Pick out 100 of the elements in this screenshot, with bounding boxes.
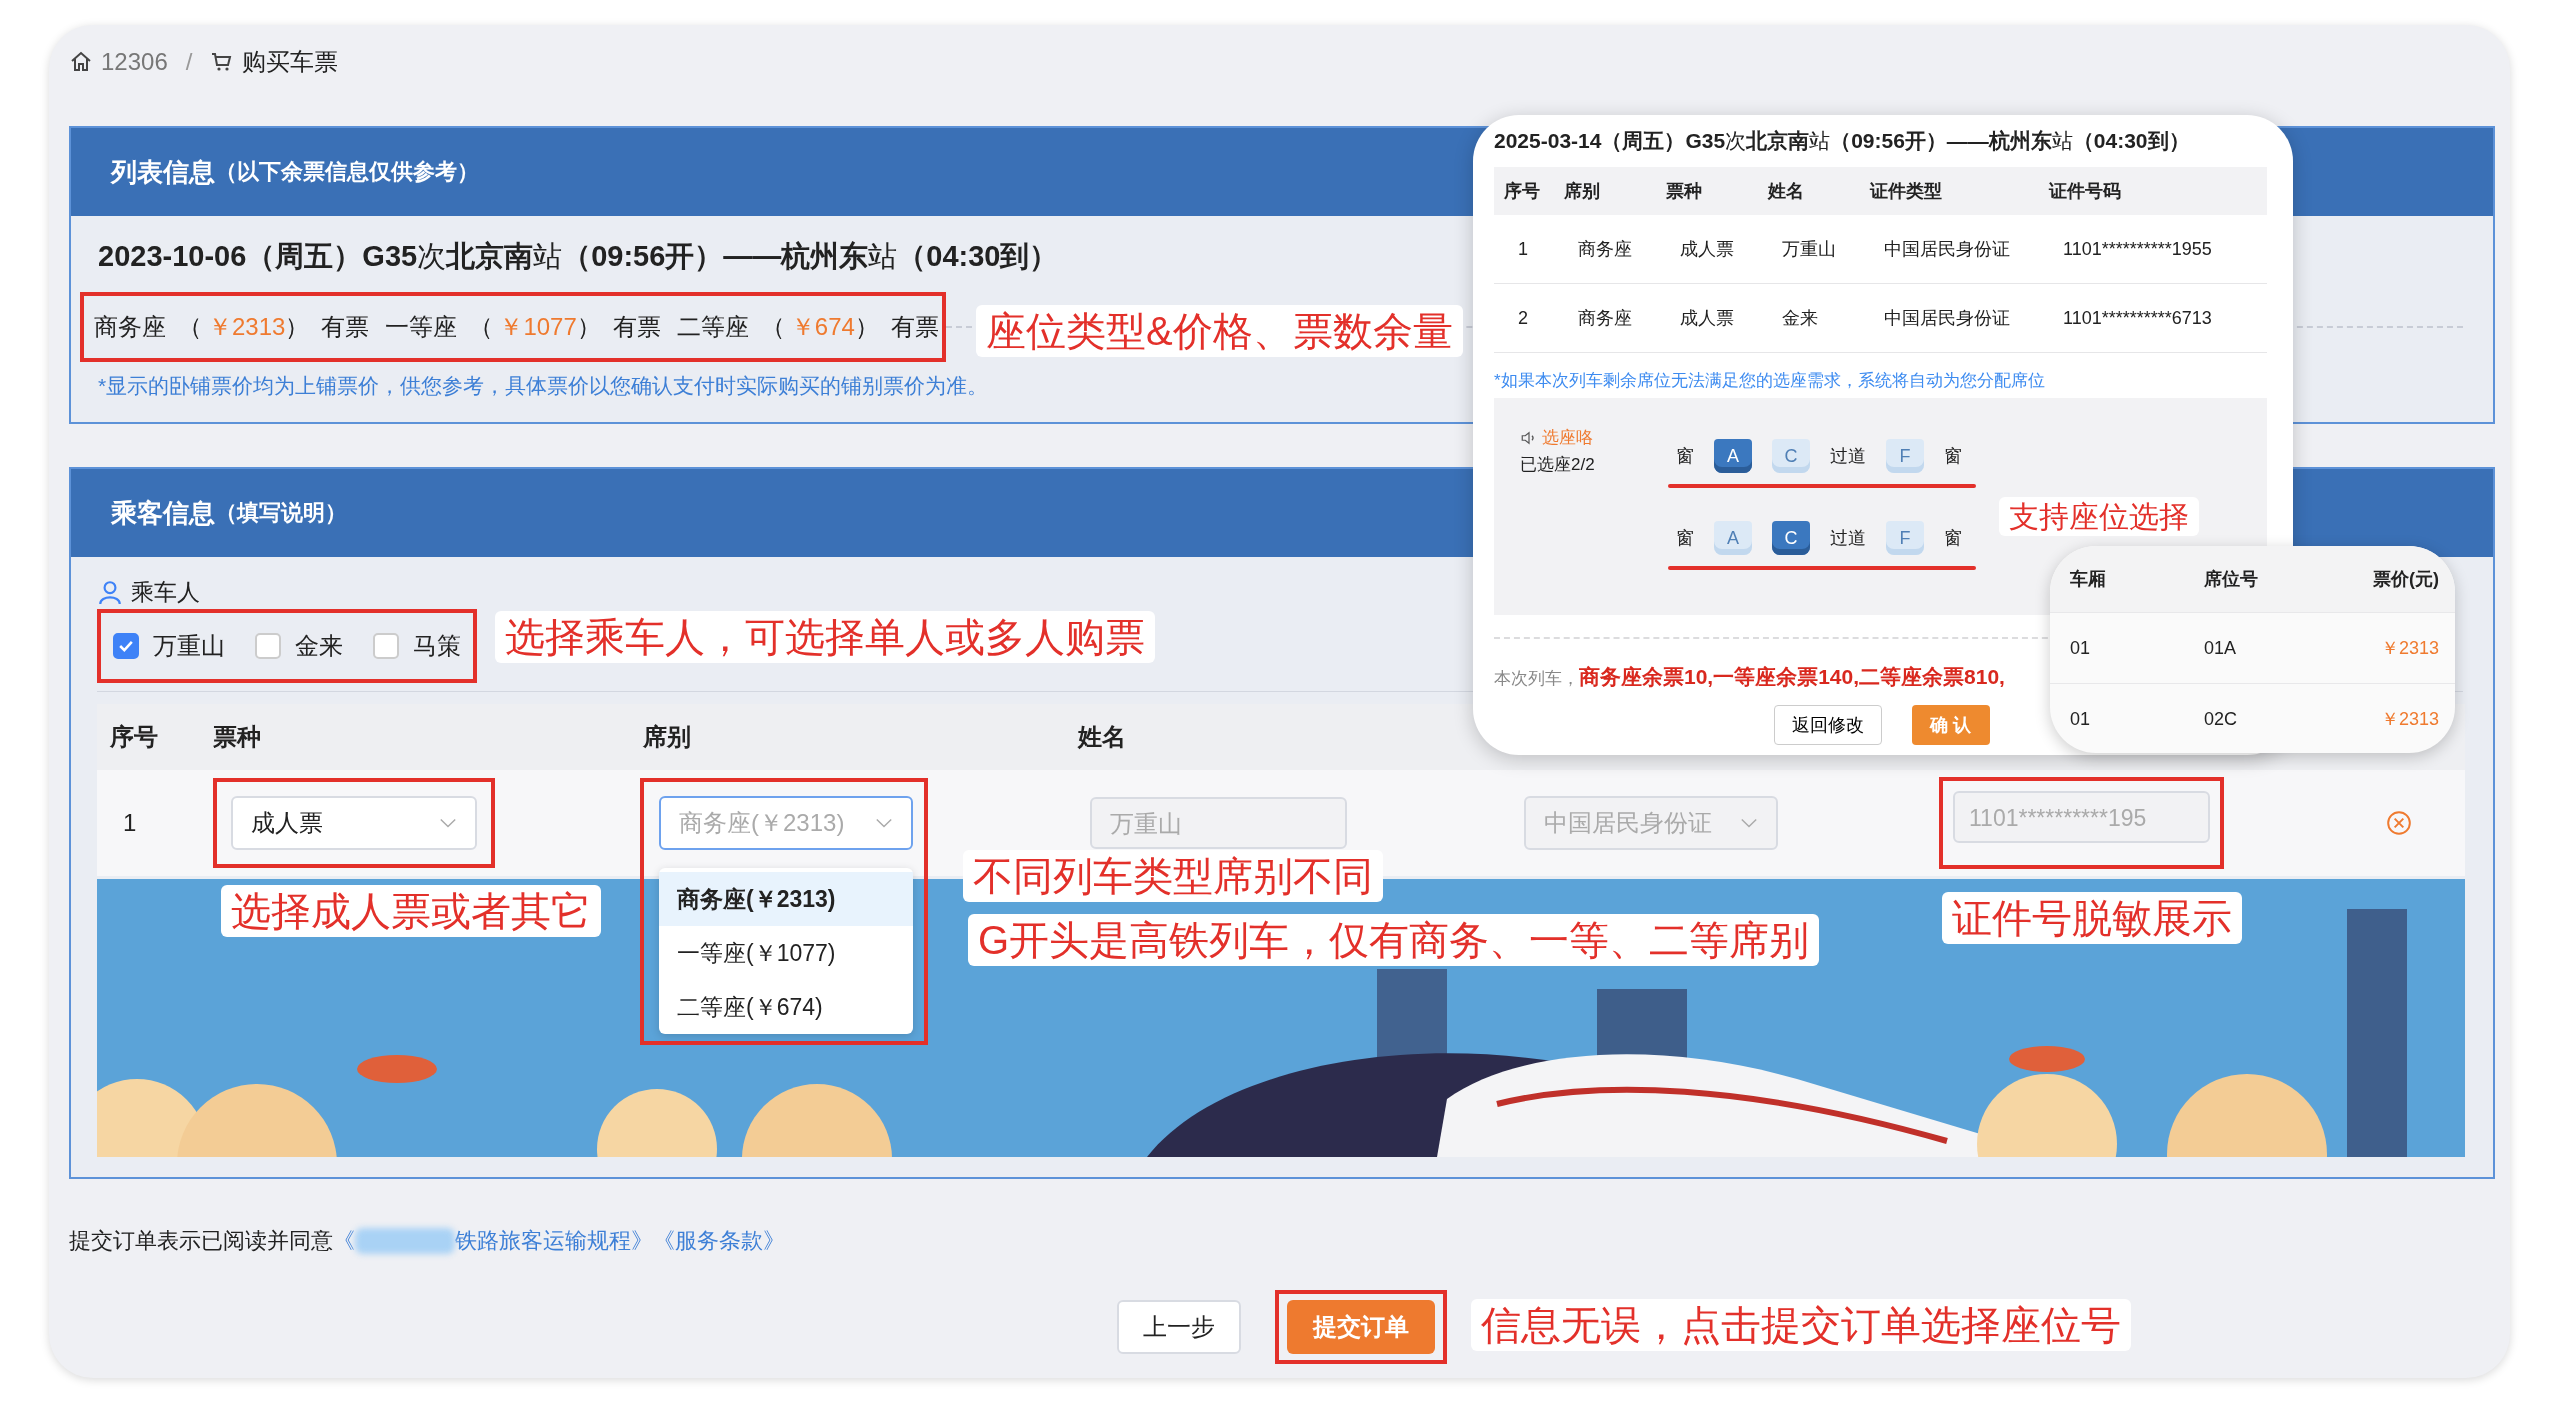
availability: 有票 — [612, 312, 661, 342]
seat-price: ￥674 — [790, 312, 855, 342]
seat-position-label: 过道 — [1830, 527, 1866, 550]
selection-count: 已选座2/2 — [1520, 454, 1596, 476]
person-icon — [97, 578, 123, 606]
column-header: 票价(元) — [2372, 568, 2440, 591]
fare-note: *显示的卧铺票价均为上铺票价，供您参考，具体票价以您确认支付时实际购买的铺别票价为准。 — [98, 373, 989, 399]
dialog-title: 2025-03-14（周五）G35次北京南站（09:56开）——杭州东站（04:30到） — [1494, 128, 2191, 154]
seat-hint: 选座咯 — [1542, 427, 1593, 449]
terms-link[interactable]: 《 铁路旅客运输规程》 — [333, 1226, 653, 1256]
table-cell-text: 中国居民身份证 — [1883, 238, 2011, 261]
checkbox[interactable] — [255, 633, 281, 659]
column-header: 证件号码 — [2047, 180, 2122, 203]
agreement-text: 提交订单表示已阅读并同意 — [69, 1227, 333, 1255]
annotation-label: 支持座位选择 — [1999, 497, 2199, 536]
availability: 有票 — [321, 312, 370, 342]
table-cell-text: 万重山 — [1781, 238, 1837, 261]
breadcrumb-link[interactable]: 12306 — [101, 48, 168, 76]
availability: 有票 — [890, 312, 939, 342]
breadcrumb-link[interactable]: 购买车票 — [242, 46, 339, 78]
seat-class: 二等座 — [676, 312, 749, 342]
chevron-down-icon — [1740, 817, 1758, 829]
seat-position-label: 窗 — [1676, 445, 1694, 468]
annotation-label: 选择乘车人，可选择单人或多人购票 — [495, 611, 1155, 663]
back-button[interactable]: 上一步 — [1117, 1300, 1241, 1354]
seat-button[interactable]: C — [1772, 439, 1810, 473]
table-cell-text: 成人票 — [1679, 307, 1735, 330]
table-cell-text: ￥2313 — [2379, 708, 2440, 731]
column-header: 证件类型 — [1868, 180, 1943, 203]
remaining-tickets: 商务座余票10,一等座余票140,二等座余票810, — [1579, 664, 2005, 690]
table-cell-text: ￥2313 — [2379, 637, 2440, 660]
panel-title: 列表信息 — [111, 155, 215, 189]
table-cell-text: 01 — [2069, 708, 2092, 730]
seat-button[interactable]: A — [1714, 439, 1752, 473]
panel-subtitle: （以下余票信息仅供参考） — [215, 158, 479, 186]
seat-class: 商务座 — [94, 312, 166, 342]
table-cell-text: 中国居民身份证 — [1883, 307, 2011, 330]
paren: ） — [576, 312, 601, 342]
dropdown-option[interactable]: 二等座(￥674) — [659, 980, 913, 1034]
column-header: 席位号 — [2203, 568, 2259, 591]
seat-position-label: 窗 — [1944, 445, 1962, 468]
back-button[interactable]: 返回修改 — [1774, 705, 1882, 745]
paren: ） — [285, 312, 310, 342]
seat-position-label: 窗 — [1944, 527, 1962, 550]
table-cell-text: 02C — [2203, 708, 2239, 730]
annotation-label: 信息无误，点击提交订单选择座位号 — [1471, 1299, 2131, 1351]
table-cell-text: 金来 — [1781, 307, 1819, 330]
table-cell-text: 01 — [2069, 637, 2092, 659]
paren: （ — [469, 312, 494, 342]
submit-button[interactable]: 提交订单 — [1287, 1300, 1435, 1354]
seat-button[interactable]: F — [1886, 521, 1924, 555]
passenger-name[interactable]: 金来 — [295, 630, 343, 662]
seat-note: *如果本次列车剩余席位无法满足您的选座需求，系统将自动为您分配席位 — [1494, 370, 2046, 392]
terms-link[interactable]: 《服务条款》 — [653, 1226, 785, 1256]
seat-position-label: 过道 — [1830, 445, 1866, 468]
paren: （ — [178, 312, 202, 342]
column-header: 票种 — [212, 722, 262, 752]
checkbox[interactable] — [113, 633, 139, 659]
table-cell-text: 1101**********6713 — [2062, 307, 2213, 329]
seat-button[interactable]: F — [1886, 439, 1924, 473]
column-header: 序号 — [1503, 180, 1541, 203]
panel-title: 乘客信息 — [111, 496, 215, 530]
seat-class-select[interactable]: 商务座(￥2313) — [659, 796, 913, 850]
home-icon — [69, 50, 93, 74]
seat-button[interactable]: A — [1714, 521, 1752, 555]
column-header: 票种 — [1665, 180, 1703, 203]
seat-class: 一等座 — [385, 312, 458, 342]
paren: ） — [854, 312, 879, 342]
column-header: 席别 — [1563, 180, 1601, 203]
annotation-label: G开头是高铁列车，仅有商务、一等、二等席别 — [968, 914, 1820, 966]
seat-position-label: 窗 — [1676, 527, 1694, 550]
passenger-name[interactable]: 万重山 — [153, 630, 225, 662]
passenger-name[interactable]: 马策 — [413, 630, 461, 662]
annotation-label: 座位类型&价格、票数余量 — [976, 305, 1463, 357]
seat-price: ￥2313 — [208, 312, 286, 342]
column-header: 序号 — [109, 722, 159, 752]
annotation-label: 不同列车类型席别不同 — [963, 850, 1383, 902]
table-cell-text: 成人票 — [1679, 238, 1735, 261]
table-cell-text: 1 — [1517, 238, 1529, 260]
passenger-label: 乘车人 — [131, 577, 200, 607]
remove-icon[interactable] — [2386, 810, 2412, 836]
chevron-down-icon — [439, 817, 457, 829]
chevron-down-icon — [875, 817, 893, 829]
ticket-type-select[interactable]: 成人票 — [231, 796, 477, 850]
column-header: 姓名 — [1766, 180, 1805, 203]
column-header: 姓名 — [1076, 722, 1127, 752]
dropdown-option[interactable]: 一等座(￥1077) — [659, 926, 913, 980]
confirm-button[interactable]: 确 认 — [1912, 705, 1990, 745]
seat-button[interactable]: C — [1772, 521, 1810, 555]
annotation-label: 证件号脱敏展示 — [1942, 892, 2242, 944]
instructions-link[interactable]: （填写说明） — [215, 498, 347, 528]
remaining-label: 本次列车， — [1494, 668, 1579, 690]
annotation-label: 选择成人票或者其它 — [221, 885, 601, 937]
dropdown-option[interactable]: 商务座(￥2313) — [659, 872, 913, 926]
breadcrumb-separator: / — [185, 48, 193, 76]
checkbox[interactable] — [373, 633, 399, 659]
table-cell-text: 商务座 — [1577, 307, 1633, 330]
column-header: 席别 — [642, 722, 692, 752]
table-cell-text: 商务座 — [1577, 238, 1633, 261]
seat-price: ￥1077 — [499, 312, 577, 342]
